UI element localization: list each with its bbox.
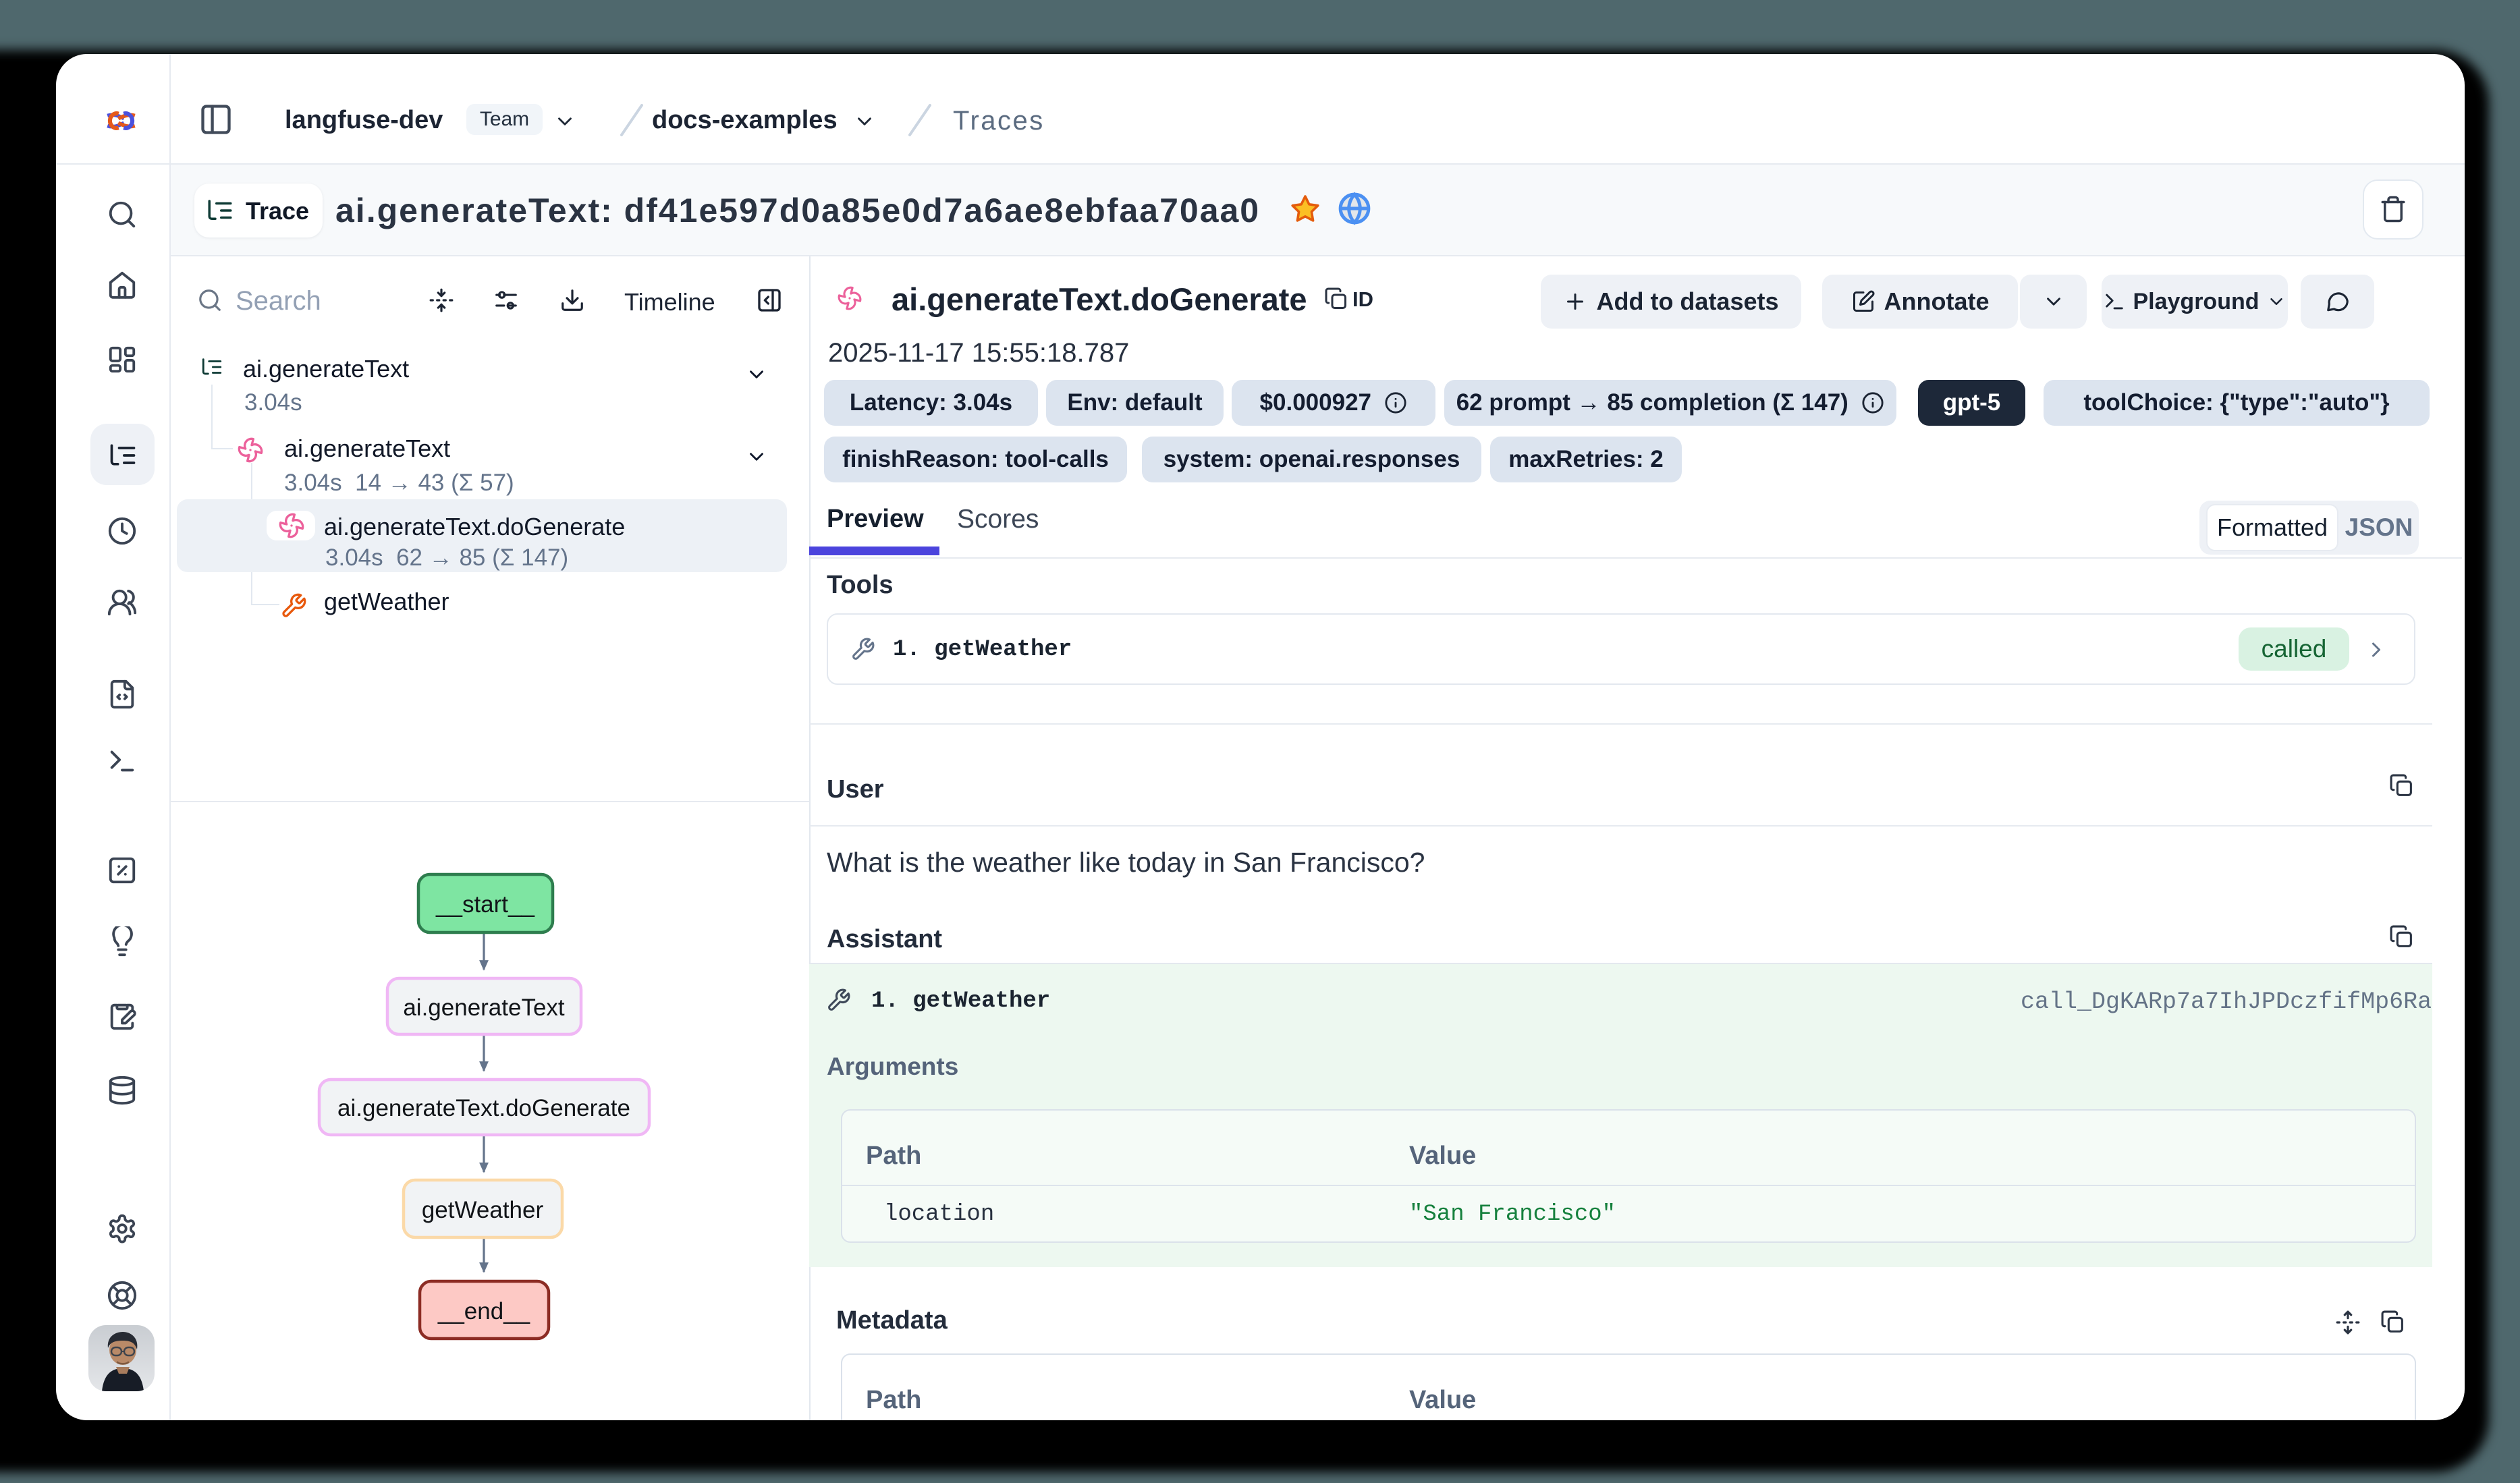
svg-text:__start__: __start__ <box>435 891 535 918</box>
svg-text:__end__: __end__ <box>437 1298 530 1324</box>
svg-text:ai.generateText.doGenerate: ai.generateText.doGenerate <box>337 1095 630 1121</box>
svg-text:getWeather: getWeather <box>422 1197 544 1223</box>
svg-text:ai.generateText: ai.generateText <box>403 995 565 1021</box>
